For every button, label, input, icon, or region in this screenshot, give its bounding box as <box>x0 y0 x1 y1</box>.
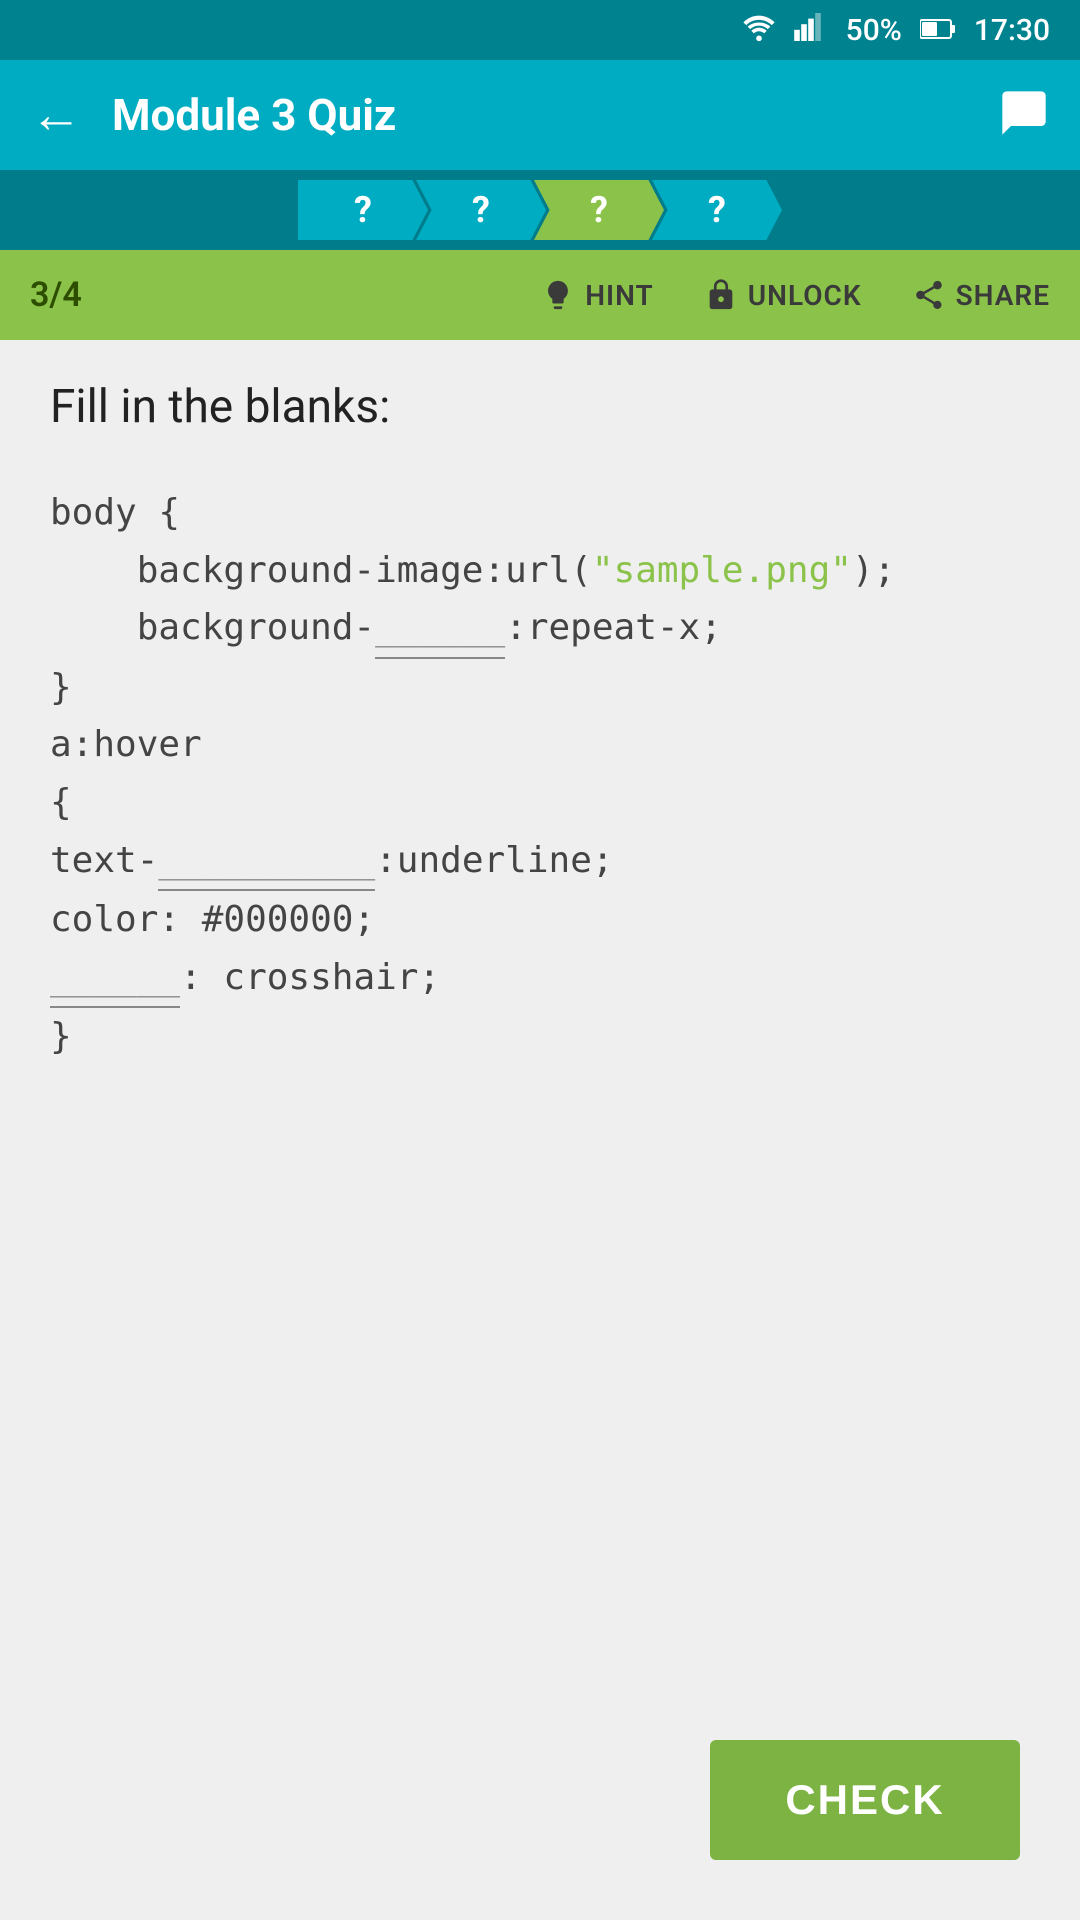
battery-icon <box>920 14 956 47</box>
status-time: 17:30 <box>974 13 1050 48</box>
code-line-6: { <box>50 774 1030 832</box>
code-line-7: text-__________:underline; <box>50 832 1030 892</box>
unlock-label: UNLOCK <box>748 279 862 312</box>
chat-button[interactable] <box>998 87 1050 143</box>
app-bar: ← Module 3 Quiz <box>0 60 1080 170</box>
code-line-9: ______: crosshair; <box>50 949 1030 1009</box>
wifi-icon <box>742 13 776 48</box>
status-bar: 50% 17:30 <box>0 0 1080 60</box>
code-line-2: background-image:url("sample.png"); <box>50 542 1030 600</box>
code-block: body { background-image:url("sample.png"… <box>50 484 1030 1066</box>
code-line-3: background-______:repeat-x; <box>50 599 1030 659</box>
blank-1: ______ <box>375 599 505 659</box>
unlock-button[interactable]: UNLOCK <box>704 278 862 312</box>
toolbar: 3/4 HINT UNLOCK SHARE <box>0 250 1080 340</box>
question-title: Fill in the blanks: <box>50 380 1030 434</box>
progress-step-1[interactable]: ? <box>298 180 428 240</box>
content-area: Fill in the blanks: body { background-im… <box>0 340 1080 1920</box>
share-button[interactable]: SHARE <box>912 278 1050 312</box>
code-line-5: a:hover <box>50 716 1030 774</box>
code-line-8: color: #000000; <box>50 891 1030 949</box>
toolbar-actions: HINT UNLOCK SHARE <box>130 278 1050 312</box>
progress-step-3[interactable]: ? <box>534 180 664 240</box>
code-line-10: } <box>50 1008 1030 1066</box>
share-label: SHARE <box>956 279 1050 312</box>
string-literal: "sample.png" <box>592 550 852 591</box>
question-counter: 3/4 <box>30 275 130 315</box>
back-button[interactable]: ← <box>30 89 82 141</box>
progress-bar: ? ? ? ? <box>0 170 1080 250</box>
app-title: Module 3 Quiz <box>112 89 968 141</box>
hint-button[interactable]: HINT <box>541 278 654 312</box>
progress-step-2[interactable]: ? <box>416 180 546 240</box>
check-button[interactable]: CHECK <box>710 1740 1020 1860</box>
code-line-1: body { <box>50 484 1030 542</box>
signal-icon <box>794 13 828 48</box>
progress-step-4[interactable]: ? <box>652 180 782 240</box>
blank-2: __________ <box>158 832 375 892</box>
blank-3: ______ <box>50 949 180 1009</box>
hint-label: HINT <box>585 279 654 312</box>
code-line-4: } <box>50 659 1030 717</box>
battery-percent: 50% <box>846 13 902 48</box>
